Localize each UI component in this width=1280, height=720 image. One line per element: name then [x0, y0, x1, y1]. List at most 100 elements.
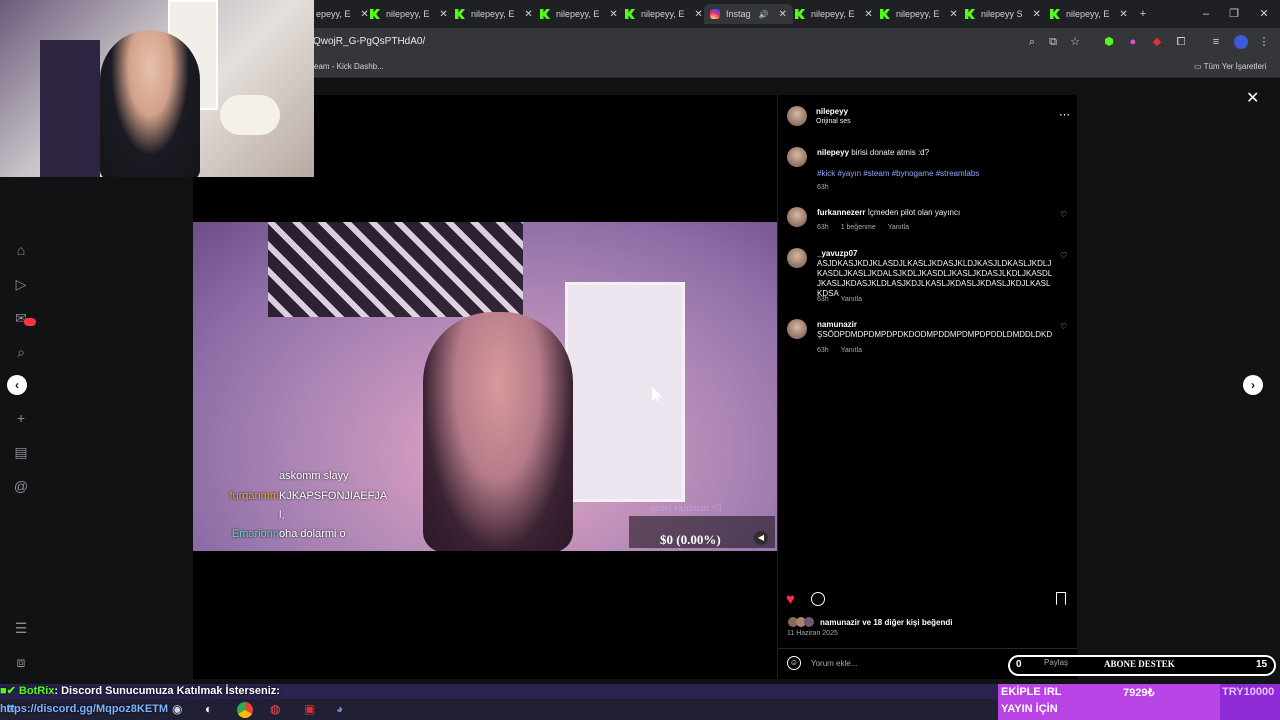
dashboard-icon[interactable]: ▤: [13, 444, 29, 460]
close-tab-icon[interactable]: ✕: [360, 9, 368, 20]
browser-tab[interactable]: nilepeyy, E ✕: [880, 4, 958, 24]
comment-username[interactable]: _yavuzp07: [817, 249, 857, 258]
url-field[interactable]: QwojR_G-PgQsPTHdA0/: [305, 32, 1095, 52]
author-username[interactable]: nilepeyy: [816, 107, 848, 116]
kick-favicon-icon: [1050, 9, 1060, 19]
comment-time: 63h: [817, 224, 829, 231]
minimize-icon[interactable]: –: [1200, 8, 1212, 20]
browser-tab[interactable]: nilepeyy, E ✕: [1050, 4, 1128, 24]
comment-avatar[interactable]: [787, 319, 807, 339]
close-tab-icon[interactable]: ✕: [609, 9, 617, 20]
comment-meta: 63h 1 beğenme Yanıtla: [817, 224, 909, 231]
extensions-puzzle-icon[interactable]: ⧠: [1175, 36, 1187, 48]
install-icon[interactable]: ⧉: [1047, 36, 1059, 48]
streamlabs-icon[interactable]: ▣: [304, 702, 315, 716]
discord-icon[interactable]: ◕: [336, 702, 343, 716]
donation-amount: $0 (0.00%): [660, 532, 721, 547]
restore-icon[interactable]: ❐: [1228, 8, 1240, 20]
new-tab-icon[interactable]: +: [1137, 8, 1149, 20]
post-video[interactable]: $0 (0.00%) genel ekipman <3 ◀ askomm sla…: [193, 222, 777, 551]
comment-username[interactable]: namunazir: [817, 320, 857, 329]
browser-tab-active[interactable]: Instag 🔊 ✕: [704, 4, 793, 24]
reply-button[interactable]: Yanıtla: [841, 347, 862, 354]
webcam-person: [100, 30, 200, 177]
browser-tab[interactable]: epeyy, E ✕: [316, 4, 369, 24]
browser-tab[interactable]: nilepeyy, E ✕: [455, 4, 533, 24]
ekiple-goal-panel: EKİPLE IRL YAYIN İÇİN 7929₺ TRY10000: [998, 684, 1280, 720]
steam-icon[interactable]: ◉: [172, 702, 182, 716]
donation-bar: 0 Paylaş ABONE DESTEK 15: [1008, 655, 1276, 676]
app-icon[interactable]: ◍: [270, 702, 280, 716]
instagram-favicon-icon: [710, 9, 720, 19]
tab-label: Instag: [726, 9, 751, 19]
ekiple-line1: EKİPLE IRL: [1001, 686, 1062, 698]
browser-tab[interactable]: nilepeyy, E ✕: [370, 4, 448, 24]
profile-avatar[interactable]: [1234, 35, 1248, 49]
create-icon[interactable]: +: [13, 410, 29, 426]
chat-username: Emarionn: [231, 528, 279, 540]
caption-username[interactable]: nilepeyy: [817, 148, 849, 157]
extension-red-icon[interactable]: ◆: [1151, 36, 1163, 48]
close-tab-icon[interactable]: ✕: [1033, 9, 1041, 20]
emoji-icon[interactable]: ☺: [787, 656, 801, 670]
obs-icon[interactable]: ◐: [205, 702, 212, 716]
zoom-icon[interactable]: ⌕: [1026, 36, 1038, 48]
threads-icon[interactable]: @: [13, 478, 29, 494]
bookmark-kick-dashboard[interactable]: eam - Kick Dashb...: [314, 62, 384, 71]
reels-icon[interactable]: ▷: [13, 276, 29, 292]
comment-like-icon[interactable]: ♡: [1060, 251, 1067, 260]
comment-like-icon[interactable]: ♡: [1060, 210, 1067, 219]
comment-time: 63h: [817, 347, 829, 354]
search-icon[interactable]: ⌕: [13, 344, 29, 360]
browser-tab[interactable]: nilepeyy S ✕: [965, 4, 1041, 24]
comment-avatar[interactable]: [787, 248, 807, 268]
close-tab-icon[interactable]: ✕: [779, 9, 787, 20]
comment-username[interactable]: furkannezerr: [817, 208, 865, 217]
comment-icon[interactable]: [811, 592, 825, 606]
abone-destek: ABONE DESTEK: [1104, 659, 1175, 669]
prev-post-button[interactable]: ‹: [7, 375, 27, 395]
home-icon[interactable]: ⌂: [13, 242, 29, 258]
chat-text: askomm slayy: [279, 470, 349, 482]
more-options-icon[interactable]: ⋯: [1059, 108, 1070, 121]
comment-text: İçmeden pilot olan yayıncı: [867, 208, 961, 217]
chrome-icon[interactable]: [237, 702, 253, 718]
comment-avatar[interactable]: [787, 207, 807, 227]
media-controls-icon[interactable]: ≡: [1210, 36, 1222, 48]
webcam-overlay: [0, 0, 314, 177]
close-tab-icon[interactable]: ✕: [439, 9, 447, 20]
extension-icon[interactable]: ●: [1127, 36, 1139, 48]
comment-like-icon[interactable]: ♡: [1060, 322, 1067, 331]
mute-icon[interactable]: ◀: [754, 531, 768, 545]
audio-label[interactable]: Orijinal ses: [816, 118, 851, 125]
browser-menu-icon[interactable]: ⋮: [1258, 36, 1270, 48]
comment-input[interactable]: Yorum ekle...: [811, 659, 857, 668]
tab-label: nilepeyy, E: [471, 9, 515, 19]
audio-playing-icon[interactable]: 🔊: [759, 10, 769, 19]
close-tab-icon[interactable]: ✕: [864, 9, 872, 20]
next-post-button[interactable]: ›: [1243, 375, 1263, 395]
author-avatar[interactable]: [787, 106, 807, 126]
reply-button[interactable]: Yanıtla: [841, 296, 862, 303]
liked-by-text[interactable]: namunazir ve 18 diğer kişi beğendi: [820, 618, 953, 627]
meta-apps-icon[interactable]: ⧈: [13, 654, 29, 670]
like-heart-icon[interactable]: ♥: [786, 591, 795, 608]
browser-tab[interactable]: nilepeyy, E ✕: [795, 4, 873, 24]
all-bookmarks[interactable]: ▭ Tüm Yer İşaretleri: [1194, 62, 1266, 71]
reply-button[interactable]: Yanıtla: [888, 224, 909, 231]
close-tab-icon[interactable]: ✕: [949, 9, 957, 20]
caption-hashtags[interactable]: #kick #yayın #steam #bynogame #streamlab…: [817, 169, 979, 179]
close-window-icon[interactable]: ✕: [1258, 8, 1270, 20]
comment-likes[interactable]: 1 beğenme: [841, 224, 876, 231]
close-tab-icon[interactable]: ✕: [1119, 9, 1127, 20]
close-tab-icon[interactable]: ✕: [524, 9, 532, 20]
browser-tab[interactable]: nilepeyy, E ✕: [540, 4, 618, 24]
more-menu-icon[interactable]: ☰: [13, 620, 29, 636]
chat-message: l,: [213, 509, 285, 521]
bookmark-star-icon[interactable]: ☆: [1069, 36, 1081, 48]
extension-kick-icon[interactable]: ⬢: [1103, 36, 1115, 48]
browser-tab[interactable]: nilepeyy, E ✕: [625, 4, 703, 24]
close-tab-icon[interactable]: ✕: [694, 9, 702, 20]
caption-avatar[interactable]: [787, 147, 807, 167]
close-modal-icon[interactable]: ✕: [1246, 88, 1259, 108]
